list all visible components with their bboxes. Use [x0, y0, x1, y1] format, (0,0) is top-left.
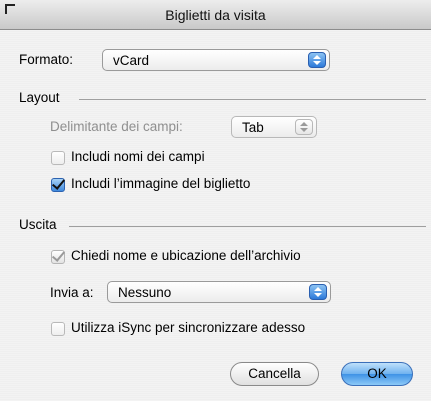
send-to-label: Invia a:: [50, 285, 94, 300]
popup-arrows-icon: [295, 119, 313, 135]
ok-button[interactable]: OK: [341, 362, 413, 386]
title-bar: Biglietti da visita: [0, 0, 431, 30]
popup-arrows-icon: [309, 284, 327, 300]
use-isync-checkbox[interactable]: [51, 322, 65, 336]
output-section-title: Uscita: [19, 217, 57, 232]
layout-section-header: Layout: [19, 90, 427, 106]
delimiter-label: Delimitante dei campi:: [50, 119, 183, 134]
include-card-image-label[interactable]: Includi l’immagine del biglietto: [71, 176, 250, 191]
use-isync-label[interactable]: Utilizza iSync per sincronizzare adesso: [71, 320, 305, 335]
layout-divider: [79, 99, 426, 100]
window-title: Biglietti da visita: [165, 7, 266, 23]
ask-name-location-label[interactable]: Chiedi nome e ubicazione dell’archivio: [71, 248, 301, 263]
send-to-popup[interactable]: Nessuno: [107, 281, 331, 303]
delimiter-value: Tab: [242, 120, 264, 135]
export-dialog-window: Biglietti da visita Formato: vCard Layou…: [0, 0, 431, 401]
output-section-header: Uscita: [19, 217, 427, 233]
layout-section-title: Layout: [19, 90, 60, 105]
popup-arrows-icon: [308, 52, 326, 68]
include-field-names-checkbox[interactable]: [51, 151, 65, 165]
cancel-button[interactable]: Cancella: [230, 362, 319, 386]
dialog-body: Formato: vCard Layout Delimitante dei ca…: [0, 30, 431, 401]
include-card-image-checkbox[interactable]: [51, 178, 65, 192]
send-to-value: Nessuno: [118, 285, 172, 300]
delimiter-popup[interactable]: Tab: [231, 116, 317, 138]
format-label: Formato:: [19, 52, 74, 67]
format-popup[interactable]: vCard: [102, 49, 330, 71]
include-field-names-label[interactable]: Includi nomi dei campi: [71, 149, 205, 164]
output-divider: [69, 226, 426, 227]
ask-name-location-checkbox[interactable]: [51, 250, 65, 264]
format-value: vCard: [113, 53, 150, 68]
